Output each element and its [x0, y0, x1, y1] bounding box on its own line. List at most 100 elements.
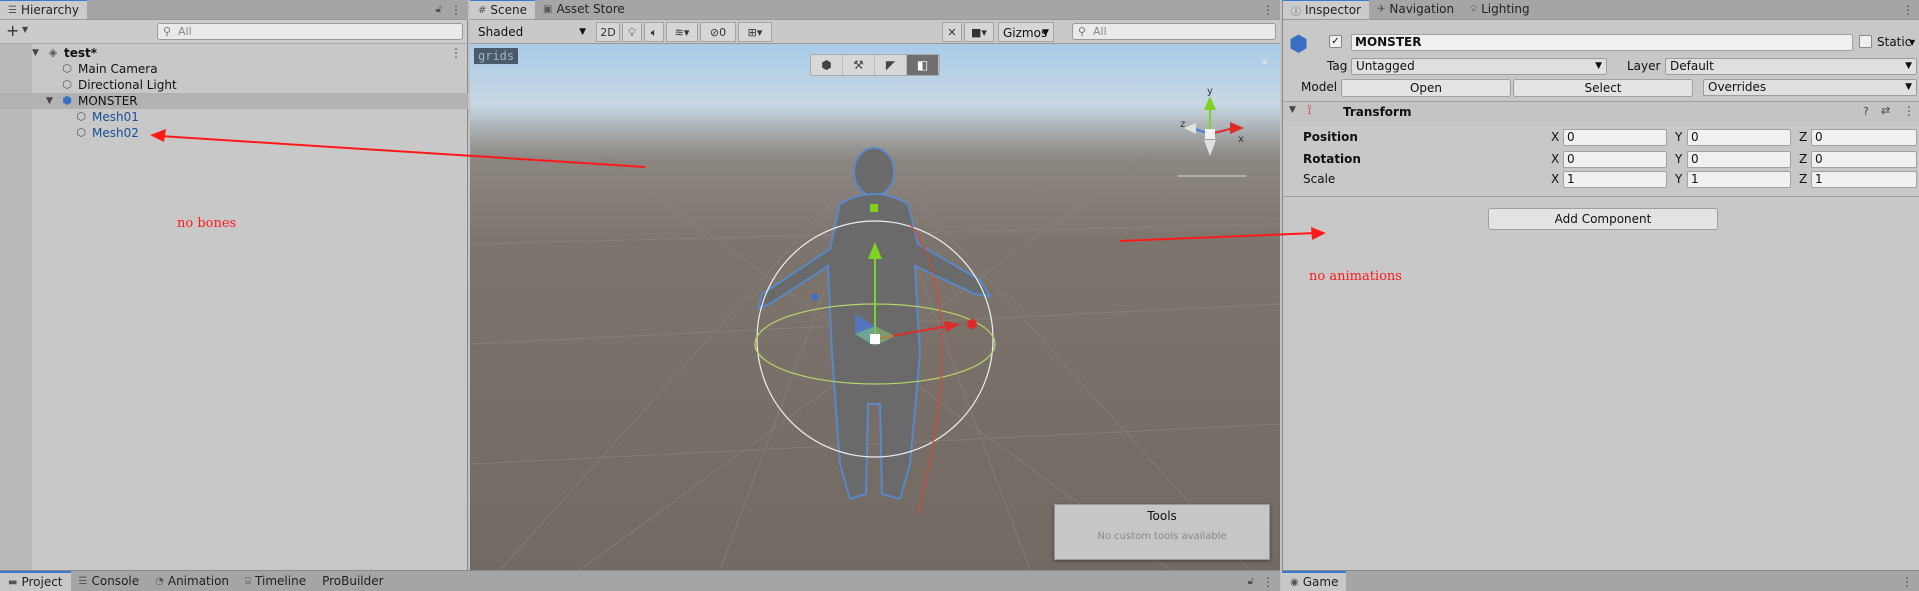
- tab-game-label: Game: [1302, 575, 1339, 589]
- panel-menu-icon[interactable]: ⋮: [1262, 575, 1274, 589]
- tab-console-label: Console: [91, 574, 140, 588]
- position-x-field[interactable]: 0: [1563, 129, 1667, 146]
- layer-value: Default: [1670, 59, 1714, 73]
- layer-dropdown[interactable]: Default ▼: [1665, 58, 1917, 75]
- camera-dropdown-icon[interactable]: ■▾: [964, 22, 994, 42]
- lighting-toggle-icon[interactable]: 💡︎: [622, 22, 642, 42]
- shading-mode-dropdown[interactable]: Shaded ▼: [474, 22, 590, 42]
- shaded-view-icon[interactable]: ⬢: [811, 55, 843, 75]
- scene-viewport[interactable]: y z x 🔒︎ grids ⬢ ⚒ ◤ ◧ Tools No custom t…: [470, 44, 1280, 570]
- rotation-y-field[interactable]: 0: [1687, 151, 1791, 168]
- hierarchy-row-main-camera[interactable]: ⬡ Main Camera: [0, 61, 468, 77]
- hierarchy-row-monster[interactable]: ▼ ⬢ MONSTER: [0, 93, 468, 109]
- grid-snap-dropdown-icon[interactable]: ⊞▾: [738, 22, 772, 42]
- toggle-2d-button[interactable]: 2D: [596, 22, 620, 42]
- wire-view-icon[interactable]: ◤: [875, 55, 907, 75]
- gameobject-icon: ⬡: [76, 126, 86, 139]
- chevron-down-icon: ▼: [1042, 28, 1049, 38]
- gizmo-lock-icon[interactable]: 🔒︎: [1262, 56, 1267, 67]
- overrides-dropdown[interactable]: Overrides ▼: [1703, 79, 1917, 96]
- expand-arrow-icon[interactable]: ▼: [46, 93, 58, 109]
- bone-view-icon[interactable]: ⚒: [843, 55, 875, 75]
- position-y-field[interactable]: 0: [1687, 129, 1791, 146]
- hierarchy-row-scene[interactable]: ▼ ◈ test* ⋮: [0, 45, 468, 61]
- panel-menu-icon[interactable]: ⋮: [1902, 3, 1914, 17]
- animation-icon: ◔: [155, 575, 164, 587]
- tab-lighting[interactable]: 💡︎ Lighting: [1462, 0, 1538, 19]
- add-component-button[interactable]: Add Component: [1488, 208, 1718, 230]
- scene-search-input[interactable]: ⚲ All: [1072, 23, 1276, 40]
- chevron-down-icon[interactable]: ▼: [22, 25, 28, 34]
- scene-toolbar: Shaded ▼ 2D 💡︎ 🔈︎ ≋▾ ⊘0 ⊞▾ ✕ ■▾ Gizmos ▼…: [470, 20, 1280, 44]
- component-menu-icon[interactable]: ⋮: [1903, 104, 1915, 118]
- tab-inspector[interactable]: ⓘ Inspector: [1283, 0, 1369, 19]
- tab-probuilder[interactable]: ProBuilder: [314, 571, 391, 591]
- panel-menu-icon[interactable]: ⋮: [1901, 575, 1913, 589]
- tab-timeline[interactable]: ⌸ Timeline: [237, 571, 314, 591]
- axis-y-label: Y: [1675, 130, 1683, 144]
- console-icon: ☰: [78, 575, 88, 587]
- hierarchy-row-directional-light[interactable]: ⬡ Directional Light: [0, 77, 468, 93]
- scale-x-field[interactable]: 1: [1563, 171, 1667, 188]
- hierarchy-toolbar: + ▼ ⚲ All: [0, 20, 467, 44]
- gizmos-dropdown[interactable]: Gizmos ▼: [998, 22, 1054, 42]
- prefab-object-icon[interactable]: ⬢: [1289, 32, 1315, 58]
- hierarchy-search-input[interactable]: ⚲ All: [157, 23, 463, 40]
- axis-x-label: X: [1551, 130, 1560, 144]
- rotation-z-field[interactable]: 0: [1811, 151, 1917, 168]
- tools-icon[interactable]: ✕: [942, 22, 962, 42]
- scene-menu-icon[interactable]: ⋮: [450, 45, 462, 61]
- axis-x-label: X: [1551, 172, 1560, 186]
- tab-hierarchy[interactable]: ☰ Hierarchy: [0, 0, 87, 19]
- object-name-field[interactable]: MONSTER: [1351, 34, 1853, 51]
- add-object-button[interactable]: +: [6, 22, 19, 40]
- tab-navigation[interactable]: ✈ Navigation: [1369, 0, 1462, 19]
- help-icon[interactable]: ?: [1863, 105, 1869, 118]
- tools-title: Tools: [1147, 509, 1177, 523]
- tab-animation[interactable]: ◔ Animation: [147, 571, 237, 591]
- orientation-gizmo[interactable]: [1178, 96, 1246, 177]
- preset-icon[interactable]: ⇄: [1881, 104, 1890, 117]
- lock-icon[interactable]: 🔓︎: [1248, 576, 1254, 587]
- expand-arrow-icon[interactable]: ▼: [32, 45, 44, 61]
- search-icon: ⚲: [1078, 25, 1087, 38]
- scene-search-placeholder: All: [1093, 25, 1107, 38]
- hierarchy-row-mesh02[interactable]: ⬡ Mesh02: [0, 125, 468, 141]
- hidden-objects-toggle[interactable]: ⊘0: [700, 22, 736, 42]
- shading-mode-value: Shaded: [478, 25, 524, 39]
- model-select-button[interactable]: Select: [1513, 79, 1693, 97]
- tab-console[interactable]: ☰ Console: [71, 571, 148, 591]
- gameobject-icon: ⬡: [62, 62, 72, 75]
- tab-game[interactable]: ◉ Game: [1282, 571, 1347, 591]
- transform-icon: ⟟: [1307, 103, 1312, 118]
- lock-icon[interactable]: 🔓︎: [436, 4, 442, 15]
- tab-project[interactable]: ▬ Project: [0, 571, 71, 591]
- tab-asset-store[interactable]: ▣ Asset Store: [535, 0, 633, 19]
- position-z-field[interactable]: 0: [1811, 129, 1917, 146]
- hierarchy-row-label: Main Camera: [78, 62, 158, 76]
- active-checkbox[interactable]: ✓: [1329, 35, 1342, 48]
- tag-dropdown[interactable]: Untagged ▼: [1351, 58, 1607, 75]
- eye-slash-icon: ⊘: [709, 26, 720, 39]
- static-checkbox[interactable]: [1859, 35, 1872, 48]
- audio-toggle-icon[interactable]: 🔈︎: [644, 22, 664, 42]
- foldout-arrow-icon[interactable]: ▼: [1289, 105, 1296, 115]
- scale-z-field[interactable]: 1: [1811, 171, 1917, 188]
- rotation-x-field[interactable]: 0: [1563, 151, 1667, 168]
- panel-menu-icon[interactable]: ⋮: [1262, 3, 1274, 17]
- chevron-down-icon[interactable]: ▼: [1909, 38, 1915, 47]
- panel-menu-icon[interactable]: ⋮: [450, 3, 462, 17]
- tag-label: Tag: [1327, 59, 1348, 73]
- tab-scene[interactable]: # Scene: [470, 0, 535, 19]
- tools-message: No custom tools available: [1097, 531, 1227, 542]
- flat-view-icon[interactable]: ◧: [907, 55, 939, 75]
- model-open-button[interactable]: Open: [1341, 79, 1511, 97]
- hierarchy-row-mesh01[interactable]: ⬡ Mesh01: [0, 109, 468, 125]
- scale-y-field[interactable]: 1: [1687, 171, 1791, 188]
- transform-header[interactable]: ▼ ⟟ Transform ? ⇄ ⋮: [1283, 102, 1919, 122]
- effects-dropdown-icon[interactable]: ≋▾: [666, 22, 698, 42]
- tab-lighting-label: Lighting: [1481, 2, 1530, 16]
- prefab-icon: ⬢: [62, 94, 72, 107]
- move-arrow-x-icon: [944, 321, 960, 332]
- static-label: Static: [1877, 35, 1912, 49]
